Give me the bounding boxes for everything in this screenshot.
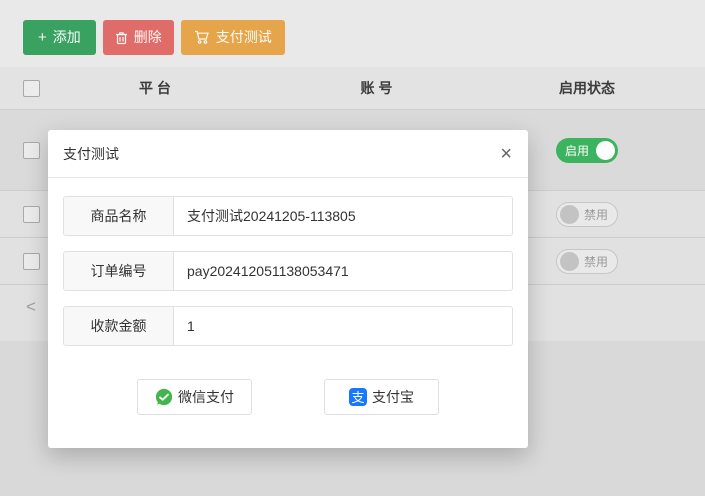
row-checkbox[interactable] (23, 206, 40, 223)
plus-icon: + (38, 30, 47, 45)
select-all-checkbox[interactable] (23, 80, 40, 97)
amount-field: 收款金额 1 (63, 306, 513, 346)
header-platform: 平 台 (62, 78, 248, 98)
status-toggle-on[interactable]: 启用 (556, 138, 618, 163)
pay-actions: 微信支付 支 支付宝 (63, 379, 513, 415)
status-toggle-label: 禁用 (584, 206, 608, 223)
row-status-cell: 禁用 (505, 249, 705, 274)
row-checkbox[interactable] (23, 253, 40, 270)
header-checkbox-cell (0, 80, 62, 97)
add-button[interactable]: + 添加 (23, 20, 96, 55)
close-icon[interactable]: × (500, 144, 512, 164)
row-status-cell: 启用 (505, 138, 705, 163)
toggle-knob (560, 205, 579, 224)
order-number-field: 订单编号 pay202412051138053471 (63, 251, 513, 291)
wechat-pay-label: 微信支付 (178, 387, 234, 407)
order-number-label: 订单编号 (64, 252, 174, 290)
pay-test-button-label: 支付测试 (216, 20, 272, 55)
status-toggle-off[interactable]: 禁用 (556, 249, 618, 274)
pagination-prev-icon[interactable]: < (26, 297, 36, 317)
delete-button-label: 删除 (134, 20, 162, 55)
table-header: 平 台 账 号 启用状态 (0, 67, 705, 110)
status-toggle-off[interactable]: 禁用 (556, 202, 618, 227)
modal-title: 支付测试 (63, 144, 119, 164)
pay-test-modal: 支付测试 × 商品名称 支付测试20241205-113805 订单编号 pay… (48, 130, 528, 448)
alipay-icon-glyph: 支 (351, 391, 364, 404)
modal-header: 支付测试 × (48, 130, 528, 178)
trash-icon (115, 31, 128, 45)
product-name-value[interactable]: 支付测试20241205-113805 (174, 197, 512, 235)
toggle-knob (596, 141, 615, 160)
amount-value[interactable]: 1 (174, 307, 512, 345)
toolbar: + 添加 删除 支付测试 (0, 0, 705, 67)
wechat-pay-icon (155, 388, 173, 406)
alipay-label: 支付宝 (372, 387, 414, 407)
amount-label: 收款金额 (64, 307, 174, 345)
modal-body: 商品名称 支付测试20241205-113805 订单编号 pay2024120… (48, 178, 528, 415)
header-status: 启用状态 (505, 78, 705, 98)
cart-icon (194, 30, 210, 45)
order-number-value[interactable]: pay202412051138053471 (174, 252, 512, 290)
delete-button[interactable]: 删除 (103, 20, 174, 55)
toggle-knob (560, 252, 579, 271)
alipay-button[interactable]: 支 支付宝 (324, 379, 439, 415)
pay-test-button[interactable]: 支付测试 (181, 20, 285, 55)
row-checkbox[interactable] (23, 142, 40, 159)
wechat-pay-button[interactable]: 微信支付 (137, 379, 252, 415)
status-toggle-label: 禁用 (584, 253, 608, 270)
add-button-label: 添加 (53, 20, 81, 55)
header-account: 账 号 (248, 78, 505, 98)
product-name-field: 商品名称 支付测试20241205-113805 (63, 196, 513, 236)
header-status-label: 启用状态 (559, 78, 615, 98)
row-status-cell: 禁用 (505, 202, 705, 227)
status-toggle-label: 启用 (565, 142, 589, 159)
product-name-label: 商品名称 (64, 197, 174, 235)
alipay-icon: 支 (349, 388, 367, 406)
